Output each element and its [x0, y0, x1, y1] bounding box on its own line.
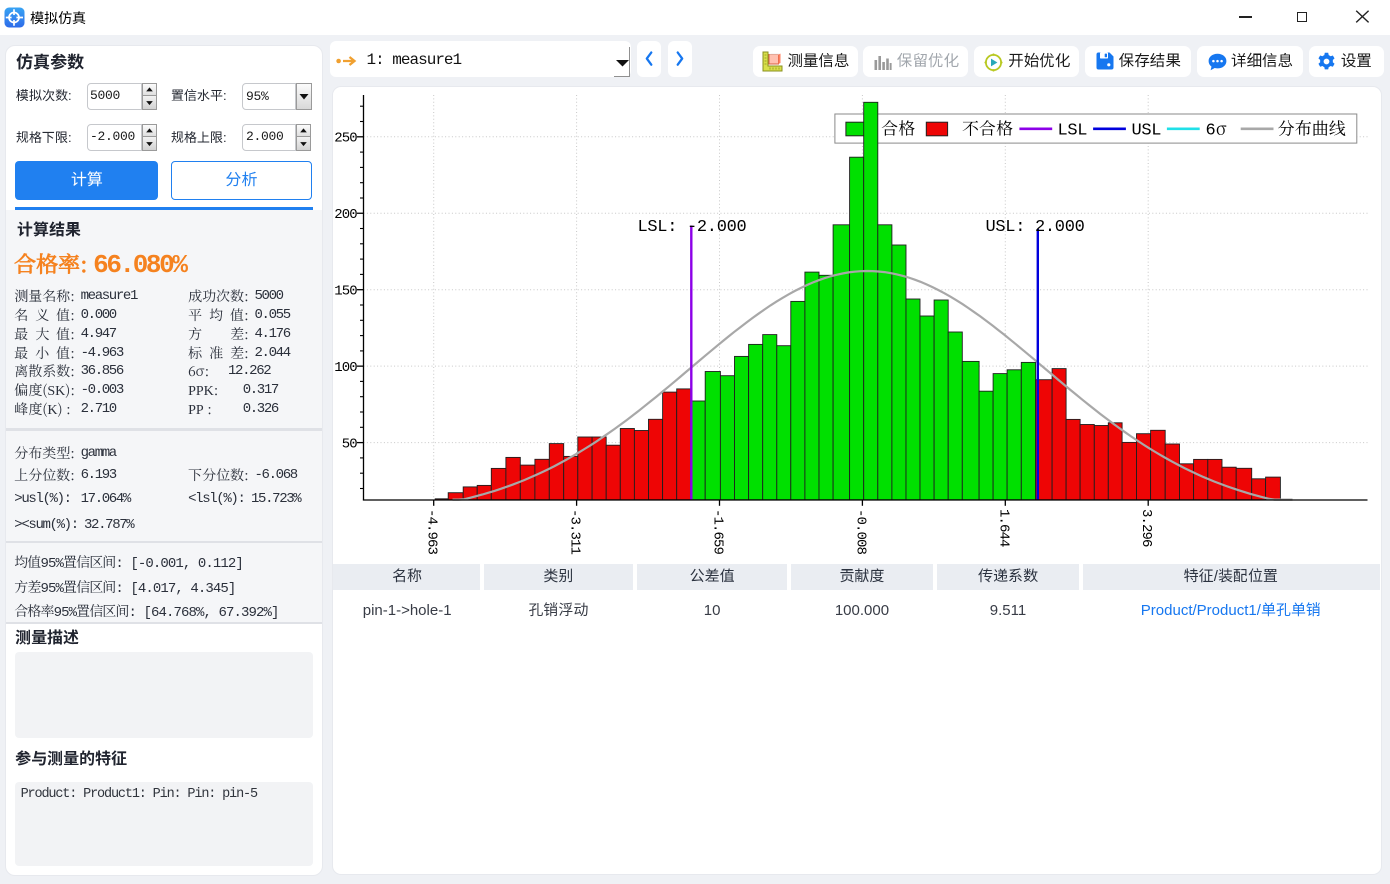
svg-text:不合格: 不合格	[962, 115, 1013, 140]
svg-text:250: 250	[334, 131, 357, 147]
svg-text:50: 50	[341, 436, 357, 452]
svg-text:LSL: -2.000: LSL: -2.000	[637, 218, 746, 237]
svg-text:3.296: 3.296	[1138, 509, 1154, 547]
svg-text:分布曲线: 分布曲线	[1277, 115, 1345, 140]
svg-text:-1.659: -1.659	[709, 509, 725, 555]
svg-text:LSL: LSL	[1057, 122, 1087, 141]
svg-text:-3.311: -3.311	[566, 509, 582, 555]
svg-text:100: 100	[334, 360, 357, 376]
svg-text:合格: 合格	[881, 115, 915, 140]
svg-text:USL: USL	[1131, 122, 1161, 141]
svg-text:1.644: 1.644	[995, 509, 1011, 547]
svg-text:150: 150	[334, 283, 357, 299]
svg-text:-4.963: -4.963	[423, 509, 439, 555]
svg-text:-0.008: -0.008	[852, 509, 868, 555]
svg-text:USL: 2.000: USL: 2.000	[985, 218, 1084, 237]
svg-text:200: 200	[334, 207, 357, 223]
